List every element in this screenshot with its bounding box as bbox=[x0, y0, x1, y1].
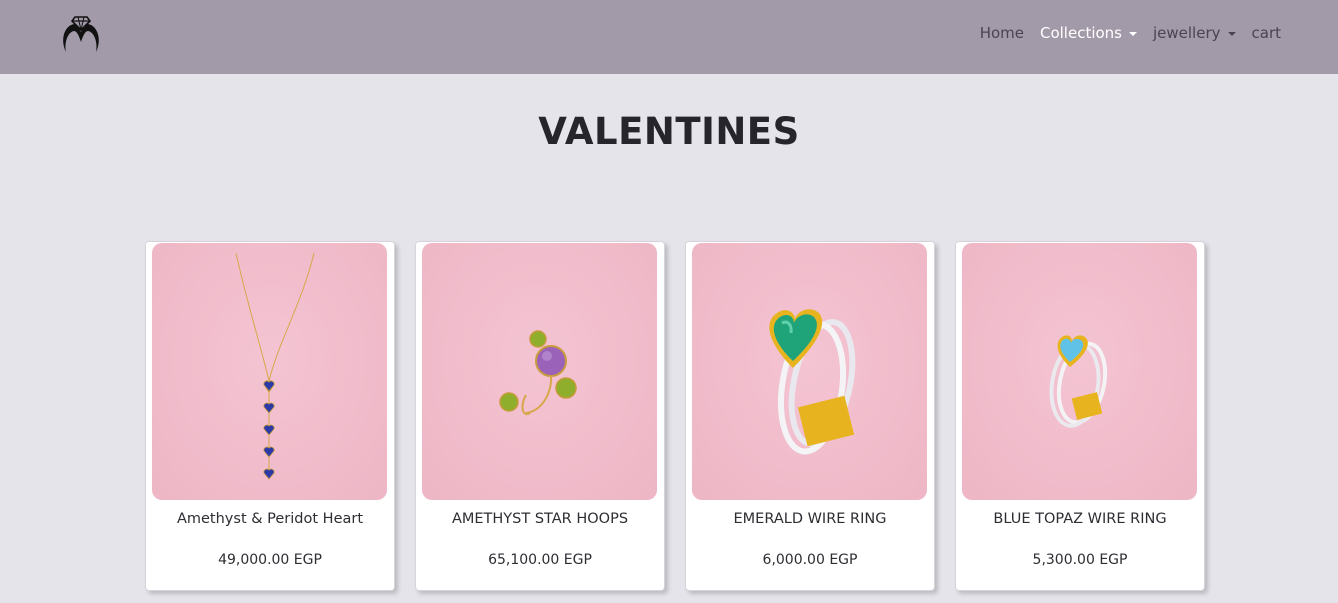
product-name[interactable]: AMETHYST STAR HOOPS bbox=[416, 511, 664, 527]
caret-down-icon bbox=[1227, 31, 1236, 36]
product-grid: Amethyst & Peridot Heart 49,000.00 EGP A… bbox=[145, 241, 1205, 591]
nav-cart-link[interactable]: cart bbox=[1252, 24, 1282, 42]
blue-topaz-heart-ring-image[interactable] bbox=[962, 243, 1197, 500]
product-card[interactable]: AMETHYST STAR HOOPS 65,100.00 EGP bbox=[415, 241, 665, 591]
caret-down-icon bbox=[1129, 31, 1137, 36]
product-price: 5,300.00 EGP bbox=[1032, 552, 1128, 568]
nav-jewellery-dropdown[interactable]: jewellery bbox=[1153, 24, 1236, 42]
product-card[interactable]: Amethyst & Peridot Heart 49,000.00 EGP bbox=[145, 241, 395, 591]
nav-home-link[interactable]: Home bbox=[980, 24, 1024, 42]
nav-collections-label: Collections bbox=[1039, 24, 1122, 42]
heart-drop-necklace-image[interactable] bbox=[152, 243, 387, 500]
product-card[interactable]: BLUE TOPAZ WIRE RING 5,300.00 EGP bbox=[955, 241, 1205, 591]
amethyst-peridot-earring-image[interactable] bbox=[422, 243, 657, 500]
nav-collections-dropdown[interactable]: Collections bbox=[1040, 24, 1137, 42]
nav-jewellery-label: jewellery bbox=[1153, 24, 1221, 42]
page-title: VALENTINES bbox=[538, 110, 800, 153]
nav-cart-label: cart bbox=[1251, 24, 1282, 42]
product-price: 6,000.00 EGP bbox=[762, 552, 858, 568]
navbar: Home Collections jewellery cart bbox=[0, 0, 1338, 74]
product-card[interactable]: EMERALD WIRE RING 6,000.00 EGP bbox=[685, 241, 935, 591]
product-price: 65,100.00 EGP bbox=[488, 552, 592, 568]
product-price: 49,000.00 EGP bbox=[218, 552, 322, 568]
product-name[interactable]: EMERALD WIRE RING bbox=[686, 511, 934, 527]
product-name[interactable]: Amethyst & Peridot Heart bbox=[146, 511, 394, 527]
product-name[interactable]: BLUE TOPAZ WIRE RING bbox=[956, 511, 1204, 527]
nav-home-label: Home bbox=[979, 24, 1024, 42]
ring-diamond-logo-icon[interactable] bbox=[58, 12, 104, 58]
nav-links: Home Collections jewellery cart bbox=[964, 24, 1281, 42]
emerald-heart-ring-image[interactable] bbox=[692, 243, 927, 500]
